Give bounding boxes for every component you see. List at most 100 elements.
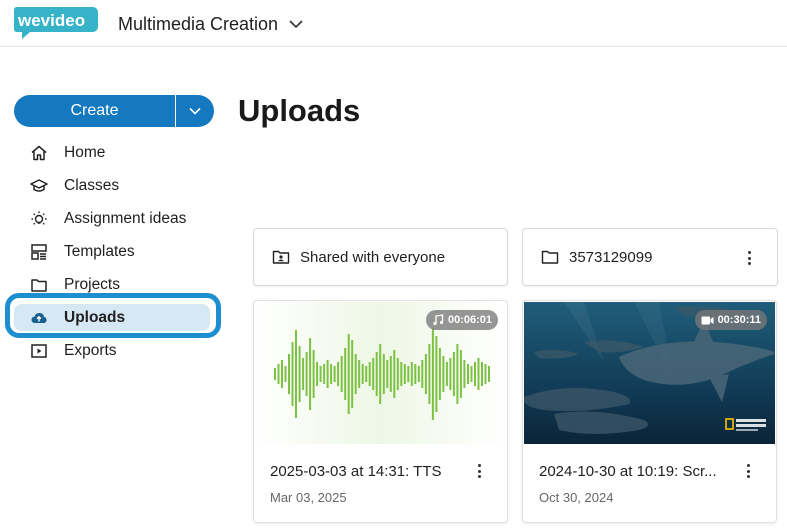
waveform-bar (445, 362, 448, 386)
sidebar-item-label: Exports (64, 341, 117, 359)
folder-icon (30, 276, 48, 294)
waveform-bar (375, 352, 378, 396)
duration-badge: 00:30:11 (694, 310, 767, 330)
waveform-bar (309, 338, 312, 410)
folder-label: 3573129099 (569, 248, 653, 266)
waveform-bar (302, 358, 305, 390)
waveform-bar (347, 334, 350, 414)
sidebar-item-uploads[interactable]: Uploads (5, 293, 221, 338)
waveform-bar (414, 364, 417, 384)
waveform-bar (368, 362, 371, 386)
waveform-bar (463, 360, 466, 388)
more-options-icon[interactable] (473, 462, 485, 480)
logo-text: wevideo (17, 11, 85, 30)
folder-card-shared[interactable]: Shared with everyone (253, 228, 508, 286)
more-options-icon[interactable] (743, 249, 755, 267)
waveform-bar (488, 366, 490, 382)
waveform-bar (452, 352, 455, 396)
waveform-bar (403, 364, 406, 384)
waveform-bar (477, 358, 480, 390)
waveform-bar (361, 364, 364, 384)
waveform-bar (410, 362, 413, 386)
waveform-bar (449, 358, 452, 390)
waveform-bar (323, 364, 326, 384)
video-thumbnail: 00:30:11 (524, 302, 775, 444)
waveform-bar (354, 354, 357, 394)
waveform-bar (421, 360, 424, 388)
media-date: Oct 30, 2024 (539, 490, 614, 505)
chevron-down-icon (289, 20, 303, 29)
waveform-bar (358, 360, 361, 388)
waveform-bar (393, 350, 396, 398)
waveform-bar (333, 366, 336, 382)
classes-icon (30, 177, 48, 195)
folder-label: Shared with everyone (300, 248, 446, 266)
create-button[interactable]: Create (14, 95, 175, 127)
sidebar-item-label: Assignment ideas (64, 209, 187, 227)
workspace-name: Multimedia Creation (118, 13, 279, 34)
waveform-bar (344, 348, 347, 400)
waveform-bar (435, 336, 438, 412)
waveform-bar (305, 352, 308, 396)
sidebar-nav: Home Classes Assignment ideas Templates … (5, 136, 221, 367)
waveform-bar (351, 340, 354, 408)
sidebar-item-assignment-ideas[interactable]: Assignment ideas (14, 202, 220, 235)
waveform-bar (407, 366, 410, 382)
waveform-bar (337, 362, 340, 386)
media-title: 2025-03-03 at 14:31: TTS (270, 463, 442, 480)
sidebar-item-label: Classes (64, 176, 120, 194)
sidebar-item-label: Home (64, 143, 106, 161)
play-box-icon (30, 342, 48, 360)
create-button-group: Create (14, 95, 214, 127)
waveform-bar (316, 362, 319, 386)
waveform-bar (379, 344, 382, 404)
sidebar-item-classes[interactable]: Classes (14, 169, 220, 202)
waveform-bar (424, 354, 427, 394)
waveform-bar (277, 364, 280, 384)
folder-card-3573129099[interactable]: 3573129099 (522, 228, 778, 286)
waveform-bar (382, 354, 385, 394)
waveform-bar (281, 360, 283, 388)
media-title: 2024-10-30 at 10:19: Scr... (539, 463, 717, 480)
waveform-bar (284, 366, 287, 382)
media-date: Mar 03, 2025 (270, 490, 347, 505)
waveform-bar (481, 362, 483, 386)
shared-folder-icon (272, 249, 290, 265)
lightbulb-icon (30, 210, 48, 228)
create-dropdown-button[interactable] (175, 95, 214, 127)
waveform-bar (389, 356, 392, 392)
waveform-bar (474, 362, 476, 386)
waveform-bar (459, 350, 462, 398)
more-options-icon[interactable] (742, 462, 754, 480)
video-camera-icon (701, 316, 714, 324)
waveform-bar (365, 366, 368, 382)
waveform-bar (288, 354, 290, 394)
waveform-bar (400, 362, 403, 386)
waveform-bar (340, 356, 343, 392)
waveform-bar (312, 350, 315, 398)
waveform-bar (291, 342, 294, 406)
waveform-bar (417, 366, 420, 382)
waveform-bar (319, 366, 322, 382)
waveform-bar (470, 366, 473, 382)
home-icon (30, 144, 48, 162)
media-card-audio[interactable]: 00:06:01 2025-03-03 at 14:31: TTS Mar 03… (253, 300, 508, 523)
waveform-bar (372, 358, 375, 390)
workspace-switcher[interactable]: Multimedia Creation (118, 12, 304, 36)
sidebar-item-exports[interactable]: Exports (14, 334, 220, 367)
waveform-bar (438, 348, 441, 400)
media-card-video[interactable]: 00:30:11 2024-10-30 at 10:19: Scr... Oct… (522, 300, 777, 523)
waveform-bar (431, 328, 434, 420)
wevideo-logo[interactable]: wevideo (12, 6, 100, 40)
top-bar: wevideo Multimedia Creation (0, 0, 787, 47)
sidebar-item-label: Uploads (64, 308, 126, 326)
sidebar-item-templates[interactable]: Templates (14, 235, 220, 268)
waveform-bar (442, 356, 445, 392)
waveform-bar (428, 344, 431, 404)
folder-icon (541, 249, 559, 265)
music-note-icon (433, 314, 444, 326)
duration-text: 00:30:11 (717, 314, 761, 326)
sidebar-item-home[interactable]: Home (14, 136, 220, 169)
waveform-bar (326, 360, 329, 388)
duration-badge: 00:06:01 (425, 310, 498, 330)
